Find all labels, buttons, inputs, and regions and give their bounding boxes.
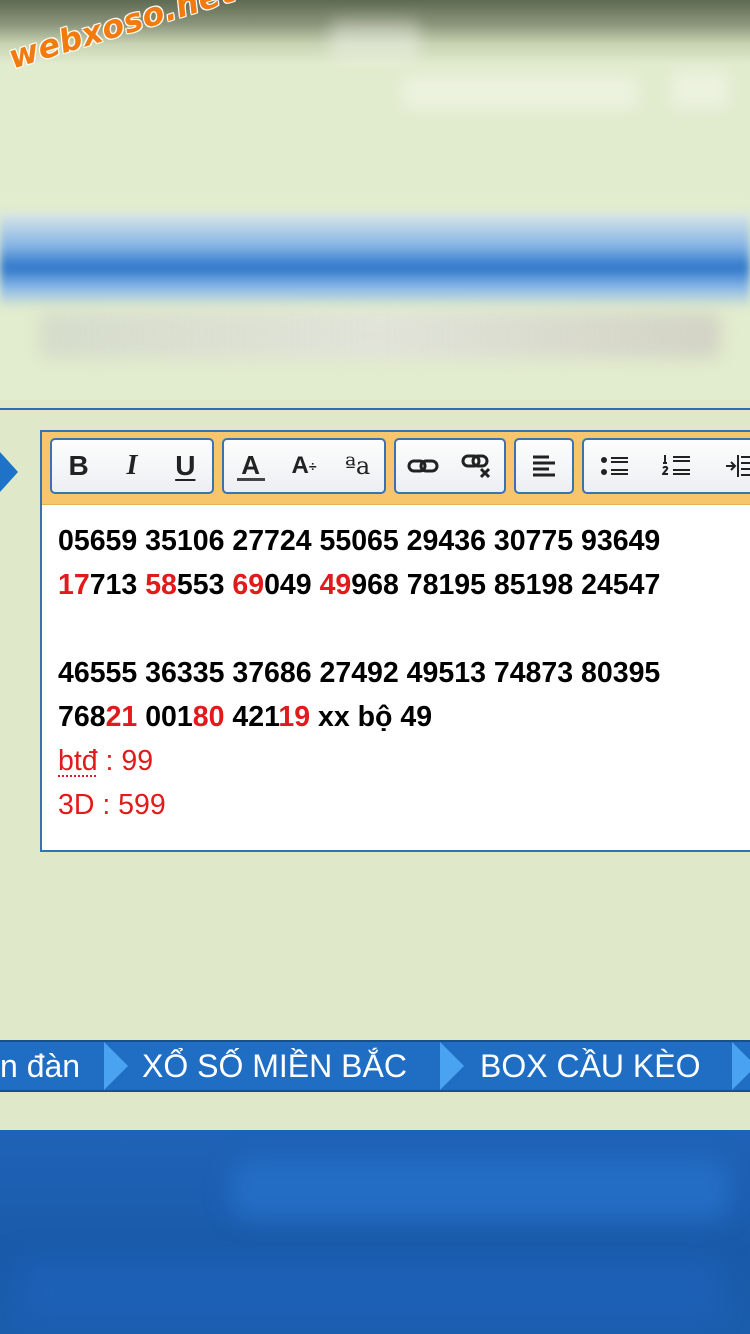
blurred-footer-text: [230, 1160, 730, 1220]
bold-button[interactable]: B: [57, 444, 101, 488]
highlight-number: 69: [232, 569, 265, 601]
number-line: 46555 36335 37686 27492 49513 74873 8039…: [58, 657, 661, 689]
post-editor[interactable]: B I U A A ÷ ªa 05659 35106 27724 55065 2…: [40, 430, 750, 852]
nav-item-forum[interactable]: n đàn: [0, 1046, 80, 1086]
btd-label: btđ: [58, 745, 98, 777]
nav-item-box-cau-keo[interactable]: BOX CẦU KÈO: [480, 1046, 701, 1086]
blurred-title-bar: [0, 212, 750, 308]
blurred-row: [40, 312, 720, 358]
number-prefix: 421: [232, 701, 279, 733]
number-line: 05659 35106 27724 55065 29436 30775 9364…: [58, 525, 661, 557]
highlight-number: 49: [319, 569, 352, 601]
chevron-right-icon: [104, 1042, 128, 1090]
btd-value: : 99: [97, 745, 154, 777]
number-tail: xx bộ 49: [317, 701, 433, 733]
format-group: B I U: [50, 438, 214, 494]
divider: [0, 408, 750, 410]
align-left-icon[interactable]: [522, 444, 566, 488]
list-group: [582, 438, 750, 494]
highlight-number: 58: [145, 569, 177, 601]
number-rest: 049: [264, 569, 312, 601]
font-family-button[interactable]: ªa: [335, 444, 379, 488]
forum-nav-bar: n đàn XỔ SỐ MIỀN BẮC BOX CẦU KÈO: [0, 1040, 750, 1092]
number-rest: 968: [351, 569, 399, 601]
number-line: 17713 58553 69049 49968 78195 85198 2454…: [58, 563, 750, 607]
indent-icon[interactable]: [717, 444, 750, 488]
number-tail: 78195 85198 24547: [406, 569, 661, 601]
3d-line: 3D : 599: [58, 789, 166, 821]
numbered-list-icon[interactable]: [655, 444, 699, 488]
font-color-icon: A: [241, 449, 261, 480]
blurred-tab: [400, 75, 640, 111]
chevron-right-icon: [440, 1042, 464, 1090]
link-icon[interactable]: [401, 444, 445, 488]
btd-line: btđ : 99: [58, 739, 750, 783]
link-group: [394, 438, 506, 494]
blurred-footer-text: [20, 1260, 720, 1320]
highlight-number: 17: [58, 569, 90, 601]
highlight-number: 19: [278, 701, 311, 733]
post-body[interactable]: 05659 35106 27724 55065 29436 30775 9364…: [42, 505, 750, 827]
editor-toolbar: B I U A A ÷ ªa: [42, 432, 750, 505]
font-size-mark: ÷: [308, 458, 317, 474]
highlight-number: 21: [105, 701, 138, 733]
number-prefix: 768: [58, 701, 106, 733]
chevron-right-icon: [732, 1042, 750, 1090]
blurred-tab: [330, 20, 420, 60]
font-group: A A ÷ ªa: [222, 438, 386, 494]
blurred-header: [0, 0, 750, 400]
font-color-button[interactable]: A: [229, 444, 273, 488]
highlight-number: 80: [192, 701, 225, 733]
font-size-button[interactable]: A ÷: [282, 444, 326, 488]
number-rest: 553: [176, 569, 225, 601]
number-prefix: 001: [145, 701, 193, 733]
nav-item-xsmb[interactable]: XỔ SỐ MIỀN BẮC: [142, 1046, 407, 1086]
bullet-list-icon[interactable]: [593, 444, 637, 488]
number-rest: 713: [89, 569, 138, 601]
number-line: 76821 00180 42119 xx bộ 49: [58, 695, 750, 739]
italic-button[interactable]: I: [110, 444, 154, 488]
underline-button[interactable]: U: [163, 444, 207, 488]
font-size-icon: A: [291, 452, 309, 479]
unlink-icon[interactable]: [455, 444, 499, 488]
blurred-tab: [670, 70, 730, 110]
arrow-right-icon: [0, 452, 18, 492]
align-group: [514, 438, 574, 494]
color-bar-icon: [236, 477, 265, 481]
